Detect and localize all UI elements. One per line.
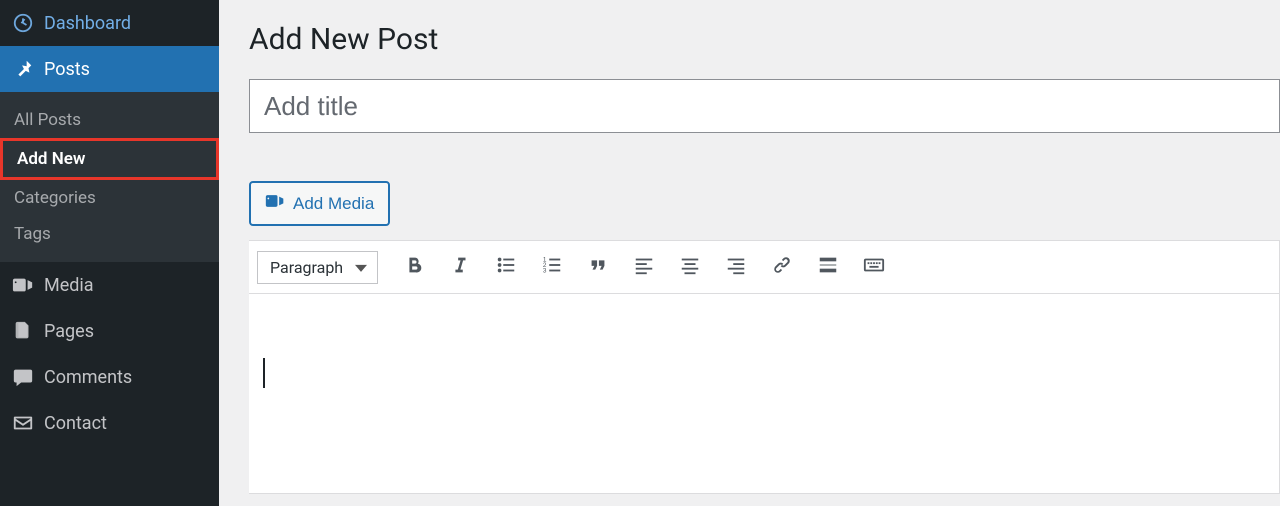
sidebar-item-media[interactable]: Media [0, 262, 219, 308]
align-left-icon [633, 254, 655, 280]
align-right-icon [725, 254, 747, 280]
sidebar-item-label: Pages [44, 321, 94, 342]
editor-textarea[interactable] [249, 294, 1280, 494]
page-title: Add New Post [249, 22, 1280, 57]
comments-icon [12, 366, 34, 388]
format-select-value: Paragraph [270, 258, 343, 277]
sidebar-item-label: Dashboard [44, 13, 131, 34]
envelope-icon [12, 412, 34, 434]
svg-text:3: 3 [543, 267, 547, 274]
submenu-all-posts[interactable]: All Posts [0, 102, 219, 138]
quote-icon [587, 254, 609, 280]
numbered-list-button[interactable]: 123 [534, 249, 570, 285]
add-media-button[interactable]: Add Media [249, 181, 390, 226]
text-cursor [263, 358, 265, 388]
admin-sidebar: Dashboard Posts All Posts Add New Catego… [0, 0, 219, 506]
bullet-list-icon [495, 254, 517, 280]
bullet-list-button[interactable] [488, 249, 524, 285]
sidebar-item-label: Posts [44, 59, 90, 80]
read-more-icon [817, 254, 839, 280]
link-button[interactable] [764, 249, 800, 285]
italic-icon [449, 254, 471, 280]
italic-button[interactable] [442, 249, 478, 285]
main-content: Add New Post Add Media Paragraph [219, 0, 1280, 506]
submenu-tags[interactable]: Tags [0, 216, 219, 252]
media-icon [12, 274, 34, 296]
editor-toolbar: Paragraph 123 [249, 240, 1280, 294]
blockquote-button[interactable] [580, 249, 616, 285]
keyboard-icon [863, 254, 885, 280]
toolbar-toggle-button[interactable] [856, 249, 892, 285]
submenu-add-new[interactable]: Add New [0, 138, 219, 180]
sidebar-item-label: Media [44, 275, 94, 296]
bold-icon [403, 254, 425, 280]
bold-button[interactable] [396, 249, 432, 285]
sidebar-item-dashboard[interactable]: Dashboard [0, 0, 219, 46]
link-icon [771, 254, 793, 280]
read-more-button[interactable] [810, 249, 846, 285]
sidebar-item-pages[interactable]: Pages [0, 308, 219, 354]
posts-submenu: All Posts Add New Categories Tags [0, 92, 219, 262]
pin-icon [12, 58, 34, 80]
sidebar-item-contact[interactable]: Contact [0, 400, 219, 446]
align-center-button[interactable] [672, 249, 708, 285]
align-center-icon [679, 254, 701, 280]
add-media-label: Add Media [293, 194, 374, 214]
sidebar-item-comments[interactable]: Comments [0, 354, 219, 400]
align-left-button[interactable] [626, 249, 662, 285]
numbered-list-icon: 123 [541, 254, 563, 280]
format-select[interactable]: Paragraph [257, 251, 378, 284]
sidebar-item-posts[interactable]: Posts [0, 46, 219, 92]
pages-icon [12, 320, 34, 342]
media-icon [265, 191, 285, 216]
sidebar-item-label: Comments [44, 367, 132, 388]
dashboard-icon [12, 12, 34, 34]
align-right-button[interactable] [718, 249, 754, 285]
submenu-categories[interactable]: Categories [0, 180, 219, 216]
post-title-input[interactable] [249, 79, 1280, 133]
sidebar-item-label: Contact [44, 413, 107, 434]
